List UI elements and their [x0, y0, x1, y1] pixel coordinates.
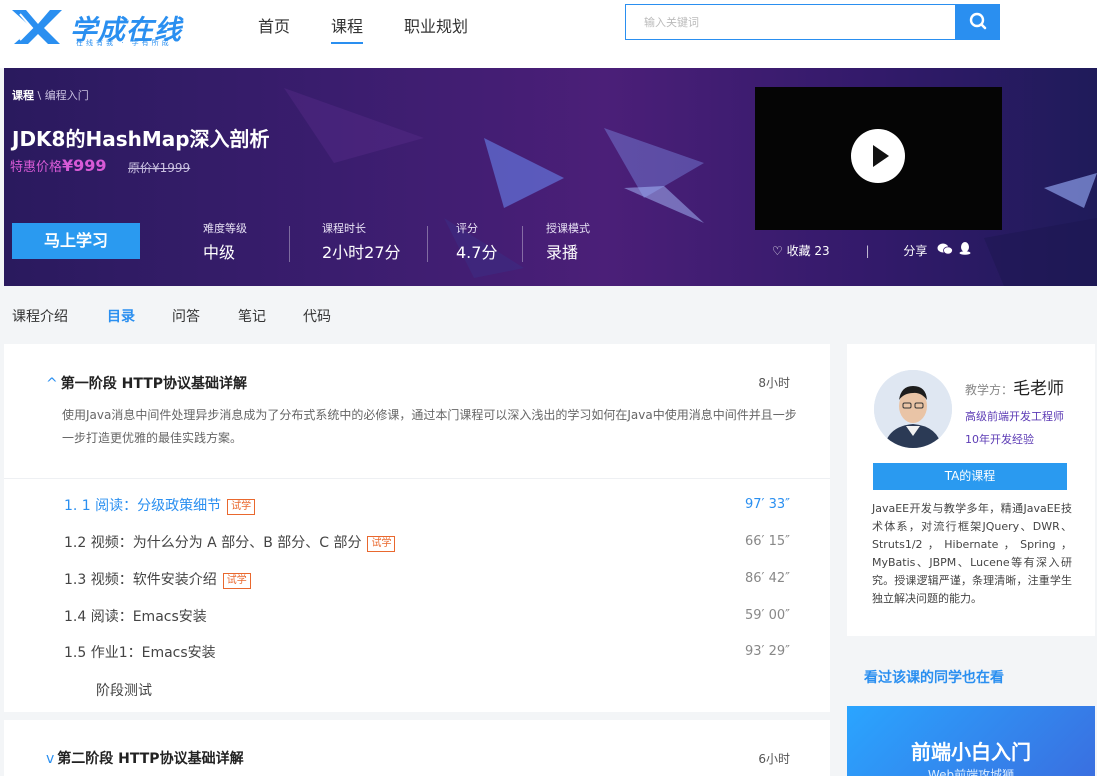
play-icon [873, 145, 889, 167]
course-tabs: 课程介绍 目录 问答 笔记 代码 [0, 286, 1097, 342]
wechat-share-icon[interactable] [937, 243, 957, 258]
tab-introduction[interactable]: 课程介绍 [12, 306, 68, 326]
chapter-panel: ^ 第一阶段 HTTP协议基础详解 8小时 使用Java消息中间件处理异步消息成为… [4, 344, 830, 712]
qq-share-icon[interactable] [959, 242, 971, 258]
video-player[interactable] [755, 87, 1002, 230]
promo-title: 前端小白入门 [911, 740, 1031, 764]
lesson-duration: 66′ 15″ [744, 534, 790, 549]
tab-notes[interactable]: 笔记 [238, 306, 266, 326]
favorite-button[interactable]: ♡ 收藏 23 [772, 244, 834, 258]
lesson-duration: 97′ 33″ [744, 497, 790, 512]
chapter-header[interactable]: ^ 第一阶段 HTTP协议基础详解 [46, 373, 247, 393]
heart-icon: ♡ [772, 244, 783, 258]
chevron-down-icon: v [46, 751, 55, 767]
search-input[interactable] [626, 5, 955, 39]
stat-teaching-mode-label: 授课模式 [546, 222, 590, 235]
stat-divider [522, 226, 523, 262]
start-learning-button[interactable]: 马上学习 [12, 223, 140, 259]
lesson-duration: 86′ 42″ [744, 571, 790, 586]
lesson-item[interactable]: 1.2 视频：为什么分为 A 部分、B 部分、C 部分 试学 [64, 532, 396, 552]
stat-duration: 课程时长 2小时27分 [322, 220, 401, 263]
search-button[interactable] [956, 4, 1000, 40]
chapter-panel: v 第二阶段 HTTP协议基础详解 6小时 [4, 720, 830, 776]
breadcrumb-current[interactable]: 编程入门 [45, 89, 89, 102]
stat-difficulty-value: 中级 [203, 243, 236, 262]
teacher-card: 教学方：毛老师 高级前端开发工程师 10年开发经验 TA的课程 JavaEE开发… [847, 344, 1095, 636]
favorite-count: 收藏 23 [786, 244, 830, 258]
divider [4, 478, 830, 479]
share-label: 分享 [903, 244, 928, 258]
stat-rating-value: 4.7分 [456, 243, 498, 262]
chapter-title: 第一阶段 HTTP协议基础详解 [60, 376, 248, 392]
actions-separator: | [865, 244, 870, 258]
lesson-title: 1.3 视频：软件安装介绍 [64, 572, 217, 588]
lesson-title: 1. 1 阅读：分级政策细节 [64, 498, 222, 514]
teacher-courses-button[interactable]: TA的课程 [873, 463, 1067, 490]
course-title: JDK8的HashMap深入剖析 [12, 127, 270, 151]
lesson-title: 1.4 阅读：Emacs安装 [64, 609, 207, 625]
stat-divider [427, 226, 428, 262]
search-icon [969, 12, 987, 30]
breadcrumb-separator: \ [34, 89, 45, 102]
related-courses-heading: 看过该课的同学也在看 [864, 670, 1004, 686]
lesson-title: 1.2 视频：为什么分为 A 部分、B 部分、C 部分 [64, 535, 362, 551]
lesson-item[interactable]: 1.4 阅读：Emacs安装 [64, 606, 207, 626]
trial-badge[interactable]: 试学 [367, 536, 396, 552]
search-box [625, 4, 956, 40]
lesson-item[interactable]: 1.5 作业1：Emacs安装 [64, 642, 216, 662]
breadcrumb-root[interactable]: 课程 [12, 89, 34, 102]
teacher-avatar [874, 370, 952, 448]
stat-duration-value: 2小时27分 [322, 243, 401, 262]
tab-code[interactable]: 代码 [303, 306, 331, 326]
chapter-duration: 8小时 [758, 376, 790, 390]
chapter-title: 第二阶段 HTTP协议基础详解 [57, 751, 244, 767]
trial-badge[interactable]: 试学 [222, 573, 251, 589]
stage-test-item[interactable]: 阶段测试 [96, 680, 152, 700]
teacher-name: 教学方：毛老师 [965, 374, 1064, 399]
stat-difficulty-label: 难度等级 [203, 222, 247, 235]
promo-subtitle: Web前端攻城狮 [927, 768, 1015, 776]
breadcrumb: 课程 \ 编程入门 [12, 87, 89, 103]
teacher-title: 高级前端开发工程师 [965, 410, 1064, 423]
chapter-duration: 6小时 [758, 752, 790, 766]
original-price: 原价¥1999 [128, 161, 191, 175]
site-logo[interactable]: 学成在线 在线有我 · 学有所成 [10, 6, 190, 50]
lesson-item[interactable]: 1.3 视频：软件安装介绍 试学 [64, 569, 251, 589]
logo-mark-icon [12, 10, 62, 44]
teacher-experience: 10年开发经验 [965, 433, 1034, 446]
stat-divider [289, 226, 290, 262]
lesson-title: 1.5 作业1：Emacs安装 [64, 645, 216, 661]
stat-rating-label: 评分 [456, 222, 478, 235]
teacher-bio: JavaEE开发与教学多年，精通JavaEE技术体系，对流行框架JQuery、D… [872, 502, 1072, 605]
lesson-item[interactable]: 1. 1 阅读：分级政策细节 试学 [64, 495, 256, 515]
promo-card[interactable]: 前端小白入门 Web前端攻城狮 [847, 706, 1095, 776]
tab-qa[interactable]: 问答 [172, 306, 200, 326]
discount-price-value: ¥999 [62, 156, 107, 175]
discount-price-label: 特惠价格 [10, 160, 63, 175]
lesson-duration: 59′ 00″ [744, 608, 790, 623]
chevron-up-icon: ^ [46, 376, 58, 392]
logo-slogan: 在线有我 · 学有所成 [76, 39, 172, 47]
stat-duration-label: 课程时长 [322, 222, 366, 235]
teacher-name-label: 教学方： [965, 383, 1014, 397]
banner-actions: ♡ 收藏 23 | 分享 [772, 242, 971, 259]
stat-rating: 评分 4.7分 [456, 220, 497, 263]
nav-home[interactable]: 首页 [258, 13, 290, 37]
chapter-description: 使用Java消息中间件处理异步消息成为了分布式系统中的必修课，通过本门课程可以深… [62, 408, 797, 445]
course-banner: 课程 \ 编程入门 JDK8的HashMap深入剖析 特惠价格¥999 原价¥1… [4, 68, 1097, 286]
lesson-duration: 93′ 29″ [744, 644, 790, 659]
teacher-name-value: 毛老师 [1013, 379, 1065, 399]
discount-price: 特惠价格¥999 [10, 156, 107, 175]
nav-courses[interactable]: 课程 [331, 13, 364, 44]
stat-teaching-mode-value: 录播 [546, 243, 579, 262]
tab-catalog[interactable]: 目录 [107, 306, 135, 326]
chapter-header[interactable]: v 第二阶段 HTTP协议基础详解 [46, 748, 244, 768]
stat-difficulty: 难度等级 中级 [203, 220, 247, 263]
nav-career-planning[interactable]: 职业规划 [404, 13, 468, 37]
trial-badge[interactable]: 试学 [227, 499, 256, 515]
top-navbar: 学成在线 在线有我 · 学有所成 首页 课程 职业规划 [0, 0, 1097, 68]
stat-teaching-mode: 授课模式 录播 [546, 220, 590, 263]
play-button[interactable] [851, 129, 905, 183]
